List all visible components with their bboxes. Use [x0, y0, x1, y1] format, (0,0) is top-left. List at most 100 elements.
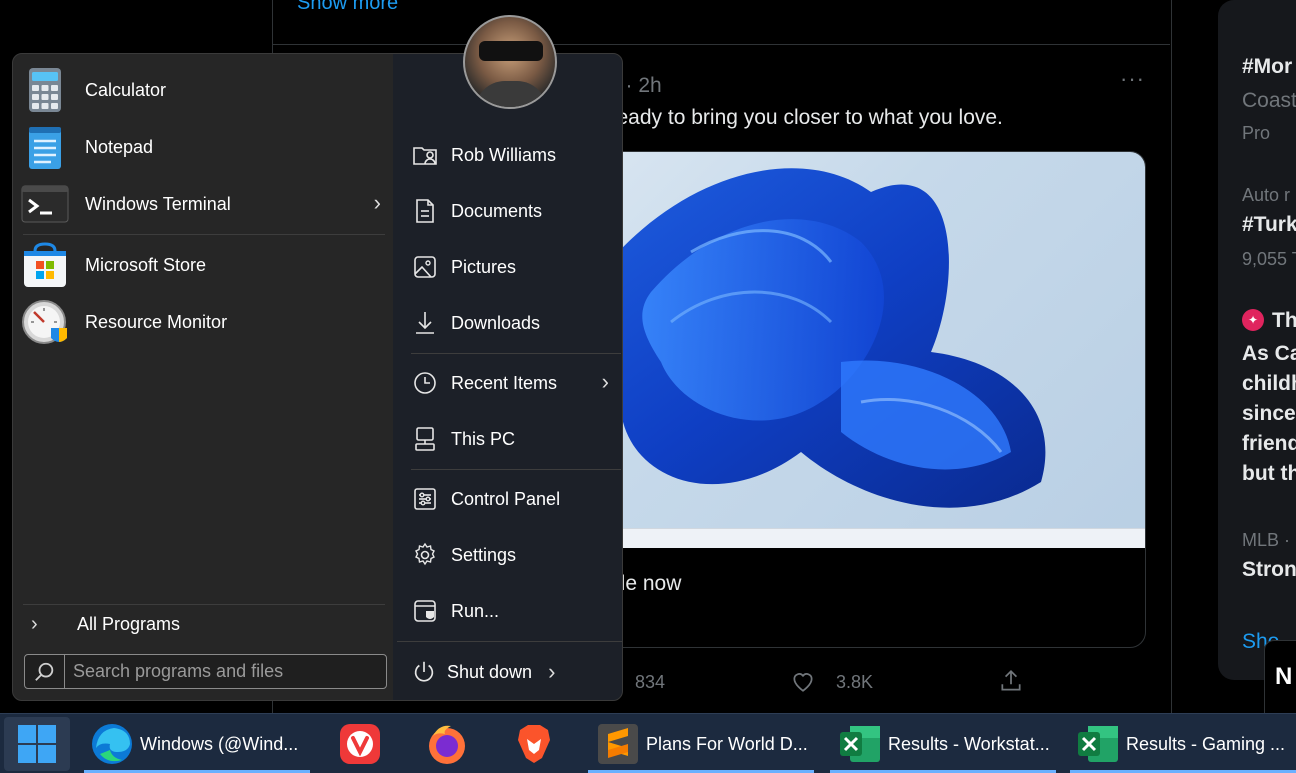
more-options-icon[interactable]: ··· — [1120, 66, 1145, 92]
link-label: Pictures — [451, 256, 517, 277]
trend-text[interactable]: childh — [1242, 372, 1296, 396]
shutdown-label: Shut down — [447, 661, 533, 682]
taskbar-firefox[interactable] — [425, 714, 469, 773]
all-programs-label: All Programs — [77, 613, 181, 634]
app-windows-terminal[interactable]: Windows Terminal › — [21, 178, 389, 230]
bloom-illustration — [576, 168, 1046, 508]
gear-icon — [415, 542, 435, 566]
tweet-card[interactable]: ble now — [540, 151, 1146, 648]
taskbar-excel-workstation[interactable]: Results - Workstat... — [838, 714, 1050, 773]
app-label: Microsoft Store — [85, 254, 207, 275]
computer-icon — [415, 427, 435, 451]
link-label: Run... — [451, 600, 500, 621]
trend-text[interactable]: #Mor — [1242, 55, 1292, 79]
resource-monitor-icon — [21, 298, 69, 346]
app-calculator[interactable]: Calculator — [21, 64, 389, 116]
search-box[interactable] — [24, 654, 387, 689]
trend-text[interactable]: #Turk — [1242, 213, 1296, 237]
edge-icon — [92, 724, 132, 764]
mini-taskbar — [541, 528, 1145, 548]
taskbar-brave[interactable] — [512, 714, 556, 773]
link-label: Downloads — [451, 312, 541, 333]
avatar[interactable] — [463, 15, 557, 109]
link-label: Documents — [451, 200, 543, 221]
shutdown-button[interactable]: Shut down › — [411, 656, 561, 688]
link-run[interactable]: Run... — [411, 591, 611, 631]
brave-icon — [518, 725, 550, 763]
clock-icon — [414, 372, 436, 394]
divider — [23, 604, 385, 605]
messages-drawer[interactable]: N — [1264, 640, 1296, 714]
terminal-icon — [21, 180, 69, 228]
control-panel-icon — [414, 488, 436, 510]
app-label: Notepad — [85, 136, 154, 157]
document-icon — [416, 199, 434, 223]
vr-headset — [479, 41, 543, 61]
taskbar-excel-gaming[interactable]: Results - Gaming ... — [1076, 714, 1285, 773]
app-microsoft-store[interactable]: Microsoft Store — [21, 239, 389, 291]
download-icon — [416, 312, 434, 334]
show-more-link[interactable]: Show more — [297, 0, 398, 15]
link-this-pc[interactable]: This PC — [411, 419, 611, 459]
link-label: Control Panel — [451, 488, 561, 509]
run-icon — [414, 600, 436, 622]
reply-count[interactable]: 834 — [635, 672, 665, 693]
search-icon — [25, 655, 65, 688]
picture-icon — [414, 256, 436, 278]
taskbar-vivaldi[interactable] — [338, 714, 382, 773]
link-control-panel[interactable]: Control Panel — [411, 479, 611, 519]
taskbar-label: Results - Gaming ... — [1126, 733, 1286, 754]
trend-text: 9,055 T — [1242, 249, 1296, 269]
start-button[interactable] — [4, 717, 70, 771]
trend-text[interactable]: As Ca — [1242, 342, 1296, 366]
app-label: Calculator — [85, 79, 167, 100]
chevron-right-icon: › — [31, 612, 38, 635]
excel-icon — [1078, 726, 1118, 762]
divider — [411, 353, 621, 354]
tweet-text: d ready to bring you closer to what you … — [592, 106, 1003, 129]
link-label: Recent Items — [451, 372, 558, 393]
taskbar-sublime-text[interactable]: Plans For World D... — [596, 714, 808, 773]
app-resource-monitor[interactable]: Resource Monitor — [21, 296, 389, 348]
user-folder-icon — [413, 147, 437, 165]
trend-text[interactable]: since — [1242, 402, 1296, 426]
divider — [397, 641, 622, 642]
link-documents[interactable]: Documents — [411, 191, 611, 231]
like-count[interactable]: 3.8K — [836, 672, 873, 693]
excel-icon — [840, 726, 880, 762]
taskbar-label: Plans For World D... — [646, 733, 808, 754]
chevron-right-icon[interactable]: › — [374, 190, 381, 216]
heart-icon[interactable] — [790, 668, 816, 699]
vivaldi-icon — [340, 724, 380, 764]
divider — [23, 234, 385, 235]
calculator-icon — [21, 66, 69, 114]
search-input[interactable] — [65, 661, 365, 682]
trend-text[interactable]: Stron — [1242, 558, 1296, 582]
taskbar: Windows (@Wind... Plans For World D... R… — [0, 713, 1296, 773]
link-downloads[interactable]: Downloads — [411, 303, 611, 343]
link-recent-items[interactable]: Recent Items › — [411, 363, 611, 403]
divider — [411, 469, 621, 470]
chevron-right-icon[interactable]: › — [602, 369, 609, 395]
app-notepad[interactable]: Notepad — [21, 121, 389, 173]
all-programs-button[interactable]: › All Programs — [27, 609, 387, 639]
trend-text[interactable]: but th — [1242, 462, 1296, 486]
notepad-icon — [21, 123, 69, 171]
trend-text[interactable]: friend — [1242, 432, 1296, 456]
link-label: Settings — [451, 544, 517, 565]
windows-logo-icon — [18, 725, 56, 763]
pinned-programs-pane: Calculator Notepad Windows Terminal › Mi… — [13, 54, 393, 700]
link-pictures[interactable]: Pictures — [411, 247, 611, 287]
trend-text: Pro — [1242, 123, 1271, 143]
taskbar-edge[interactable]: Windows (@Wind... — [90, 714, 298, 773]
chevron-right-icon[interactable]: › — [548, 659, 555, 685]
maple-leaf-icon: ✦ — [1242, 309, 1264, 331]
link-rob-williams[interactable]: Rob Williams — [411, 135, 611, 175]
taskbar-label: Results - Workstat... — [888, 733, 1050, 754]
app-label: Windows Terminal — [85, 193, 231, 214]
firefox-icon — [429, 725, 465, 764]
share-icon[interactable] — [998, 668, 1024, 699]
app-label: Resource Monitor — [85, 311, 228, 332]
taskbar-label: Windows (@Wind... — [140, 733, 299, 754]
link-settings[interactable]: Settings — [411, 535, 611, 575]
